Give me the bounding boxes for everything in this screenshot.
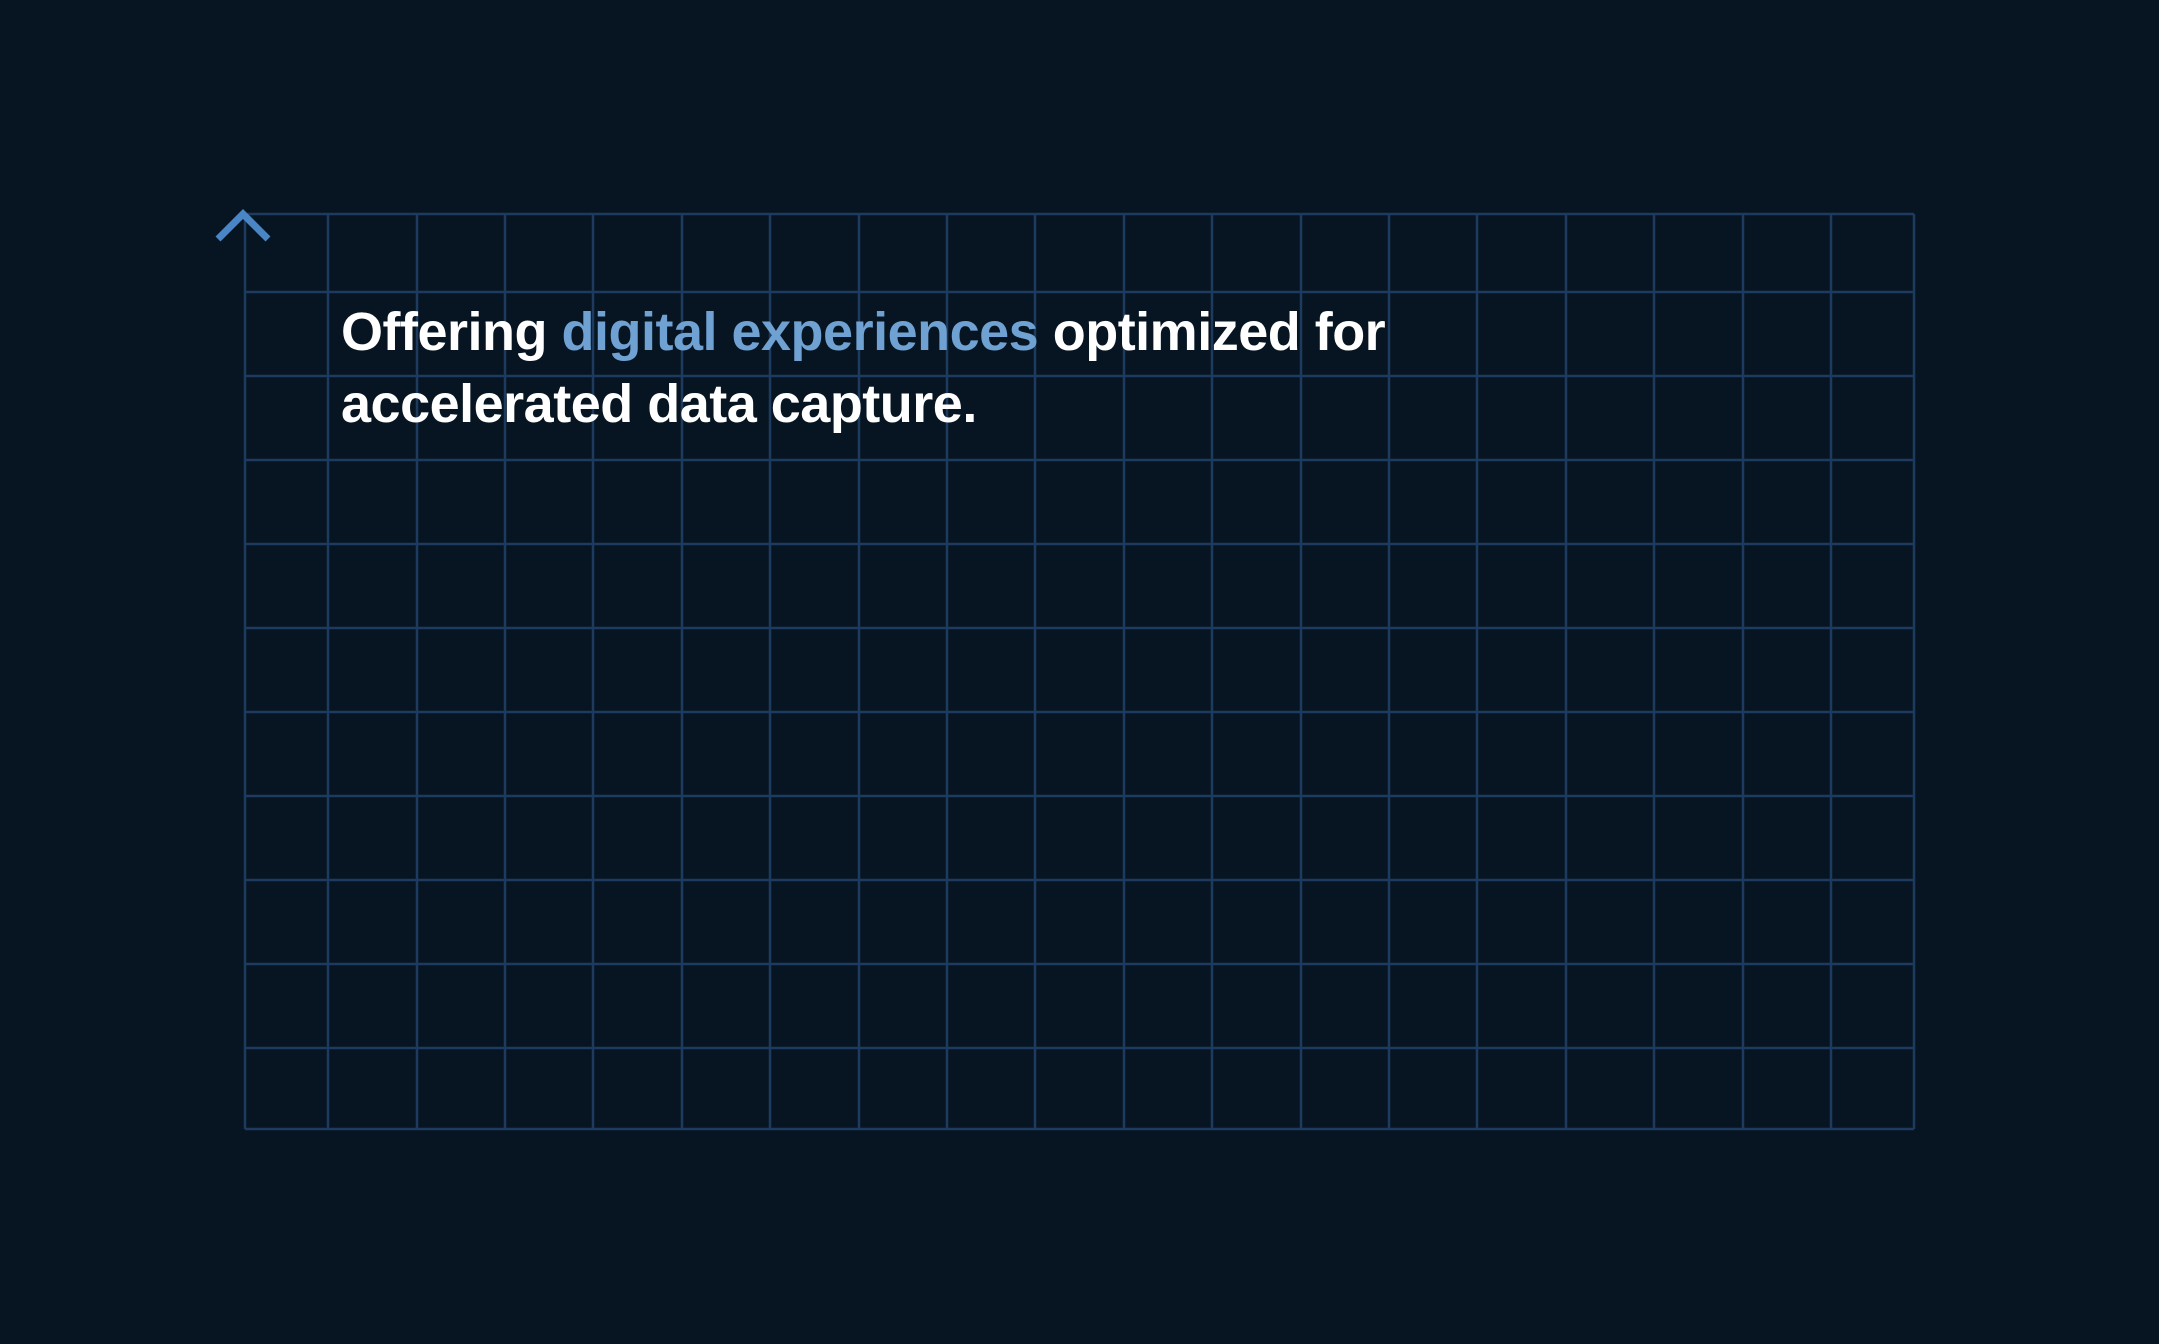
headline: Offering digital experiences optimized f…: [341, 296, 1641, 440]
up-arrow-icon: [215, 209, 271, 1128]
hero-canvas: Offering digital experiences optimized f…: [0, 0, 2159, 1344]
headline-text-end: optimized for: [1038, 302, 1386, 362]
headline-text-start: Offering: [341, 302, 562, 362]
headline-highlight: digital experiences: [561, 302, 1039, 362]
grid-graphic: [215, 209, 1916, 1131]
headline-line-two: accelerated data capture.: [341, 374, 977, 434]
